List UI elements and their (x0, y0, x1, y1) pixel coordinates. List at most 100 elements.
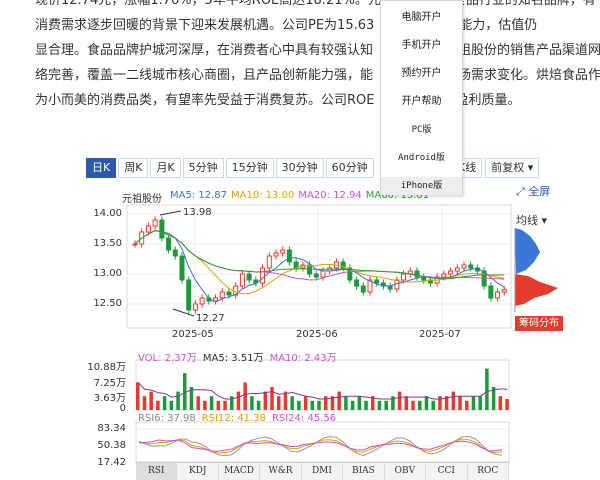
candle-body (246, 273, 252, 281)
vol-legend-1: MA5: 3.51万 (202, 353, 264, 364)
volume-bar (270, 387, 274, 410)
volume-bar (236, 391, 241, 410)
volume-bar (209, 396, 214, 410)
rsi-legend-0: RSI6: 37.98 (138, 413, 196, 424)
candle-body (186, 279, 192, 311)
volume-bar (317, 400, 321, 410)
menu-pc-version[interactable]: PC版 (381, 121, 462, 139)
candle-body (152, 219, 158, 227)
candle-body (360, 285, 366, 293)
candle-body (226, 291, 232, 296)
rsi-tick-1: 83.34 (97, 423, 126, 434)
volume-bar (162, 396, 167, 410)
candle-body (461, 264, 467, 269)
volume-bar (505, 398, 509, 410)
indicator-tab-kdj[interactable]: KDJ (177, 463, 219, 480)
volume-bar (357, 396, 362, 410)
volume-bar (451, 391, 456, 410)
rsi-gridlines (136, 428, 509, 447)
max-label: 13.98 (183, 207, 212, 218)
volume-bar (156, 400, 160, 410)
volume-bar (438, 396, 442, 410)
indicator-tab-wr[interactable]: W&R (260, 463, 302, 480)
candle-body (495, 291, 501, 299)
volume-bar (176, 391, 180, 410)
volume-legend: VOL: 2.37万 MA5: 3.51万 MA10: 2.43万 (138, 349, 337, 364)
volume-bar (297, 400, 301, 410)
rsi-tick-2: 50.38 (97, 440, 126, 451)
volume-bar (418, 400, 422, 410)
volume-bar (498, 396, 503, 410)
candle-body (421, 276, 427, 281)
volume-bar (485, 368, 489, 410)
app-download-menu: 电脑开户手机开户预约开户开户帮助 PC版 Android版 iPhone版 (380, 0, 463, 195)
volume-bar (465, 400, 469, 410)
volume-bar (364, 400, 368, 410)
vol-tick-1: 10.88万 (87, 362, 126, 373)
volume-bar (256, 400, 261, 410)
rsi-legend-1: RSI12: 41.38 (201, 413, 266, 424)
indicator-tab-dmi[interactable]: DMI (302, 463, 344, 480)
candle-body (313, 273, 319, 278)
candle-body (468, 264, 474, 269)
menu-iphone-version[interactable]: iPhone版 (381, 177, 462, 195)
vol-legend-0: VOL: 2.37万 (138, 353, 197, 364)
rsi-tick-3: 17.42 (97, 457, 126, 468)
candle-body (179, 255, 185, 281)
volume-bar (377, 400, 382, 410)
volume-bar (303, 396, 308, 410)
menu-mobile-account[interactable]: 手机开户 (381, 37, 462, 55)
candle-body (166, 237, 172, 251)
candle-body (239, 273, 245, 287)
candle-body (374, 279, 380, 284)
menu-pc-account[interactable]: 电脑开户 (381, 9, 462, 27)
candle-body (448, 270, 454, 275)
candle-body (273, 252, 279, 257)
candle-body (145, 225, 151, 233)
candle-body (159, 219, 165, 239)
vol-tick-0: 0 (119, 403, 126, 414)
volume-bar (136, 382, 140, 410)
vol-tick-2: 7.25万 (93, 378, 126, 389)
indicator-tab-roc[interactable]: ROC (468, 463, 509, 480)
volume-bar (324, 396, 328, 410)
candle-body (286, 249, 292, 263)
volume-bar (471, 396, 476, 410)
candle-body (266, 255, 272, 269)
volume-bar (283, 391, 288, 410)
indicator-tab-rsi[interactable]: RSI (136, 463, 178, 480)
volume-bar (458, 396, 462, 410)
volume-bar (344, 396, 348, 410)
volume-bar (310, 400, 315, 410)
volume-bar (223, 400, 227, 410)
candle-body (192, 303, 198, 311)
candle-body (172, 249, 178, 257)
indicator-tab-macd[interactable]: MACD (219, 463, 261, 480)
candle-body (354, 279, 360, 287)
volume-bar (431, 400, 435, 410)
vol-tick-3: 3.63万 (93, 393, 126, 404)
menu-reserve-account[interactable]: 预约开户 (381, 65, 462, 83)
volume-bar (384, 400, 388, 410)
rsi-legend-2: RSI24: 45.56 (271, 413, 337, 424)
volume-bar (404, 396, 409, 410)
menu-android-version[interactable]: Android版 (381, 149, 462, 167)
menu-account-help[interactable]: 开户帮助 (381, 93, 462, 111)
volume-bar (277, 396, 281, 410)
volume-bar (250, 396, 254, 410)
volume-bar (263, 391, 268, 410)
candle-body (401, 273, 407, 281)
candle-body (199, 297, 205, 305)
volume-bar (397, 391, 402, 410)
indicator-tab-bias[interactable]: BIAS (343, 463, 385, 480)
chip-distribution-button[interactable]: 筹码分布 (515, 316, 563, 331)
chip-distribution (514, 228, 558, 312)
volume-bar (290, 396, 294, 410)
volume-bar (243, 382, 247, 410)
volume-bar (478, 396, 482, 410)
indicator-tab-cci[interactable]: CCI (426, 463, 468, 480)
vol-legend-2: MA10: 2.43万 (269, 353, 337, 364)
indicator-tab-obv[interactable]: OBV (385, 463, 427, 480)
volume-bar (350, 400, 355, 410)
candle-body (219, 291, 225, 299)
